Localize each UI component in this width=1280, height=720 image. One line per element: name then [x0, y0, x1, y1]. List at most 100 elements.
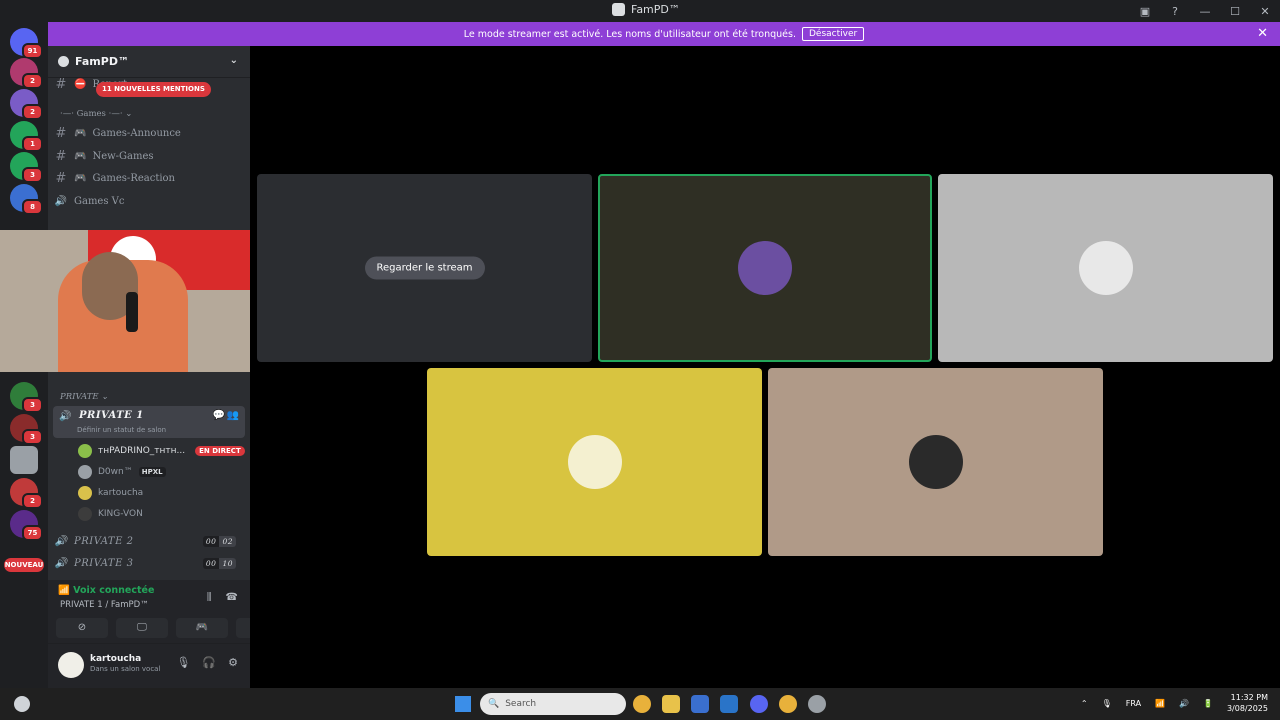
chat-icon[interactable]: 💬: [213, 410, 225, 421]
avatar: [78, 465, 92, 479]
participant-tile-speaking[interactable]: [598, 174, 932, 362]
close-window-icon[interactable]: ✕: [1250, 5, 1280, 18]
maximize-icon[interactable]: ☐: [1220, 5, 1250, 18]
server-icon[interactable]: 3: [10, 382, 43, 413]
volume-icon[interactable]: 🔊: [1179, 699, 1189, 708]
help-icon[interactable]: ?: [1160, 5, 1190, 18]
new-mentions-pill[interactable]: 11 NOUVELLES MENTIONS: [96, 82, 211, 97]
channel-games-announce[interactable]: # 🎮 Games-Announce: [54, 123, 244, 143]
participant-tile[interactable]: [768, 368, 1103, 556]
add-member-icon[interactable]: 👥: [227, 410, 239, 421]
stream-tile[interactable]: Regarder le stream: [257, 174, 592, 362]
server-badge: 3: [22, 429, 43, 445]
voice-location[interactable]: PRIVATE 1 / FamPD™: [60, 600, 149, 610]
voice-member[interactable]: ᴛʜPADRINO_ᴛʜᴛʜ... EN DIRECT: [78, 441, 245, 461]
taskbar-search[interactable]: 🔍 Search: [480, 693, 626, 715]
chrome-icon[interactable]: [779, 695, 797, 713]
disable-streamer-mode-button[interactable]: Désactiver: [801, 27, 865, 41]
channel-games-reaction[interactable]: # 🎮 Games-Reaction: [54, 168, 244, 188]
outlook-icon[interactable]: [720, 695, 738, 713]
widgets-icon[interactable]: [14, 696, 30, 712]
channel-new-games[interactable]: # 🎮 New-Games: [54, 146, 244, 166]
watch-stream-button[interactable]: Regarder le stream: [364, 256, 485, 280]
server-badge: 2: [22, 493, 43, 509]
search-placeholder: Search: [505, 699, 537, 709]
activity-button[interactable]: 🎮: [176, 618, 228, 638]
speaker-icon: 🔊: [54, 195, 68, 207]
server-icon[interactable]: 3: [10, 152, 43, 183]
user-limit: 02: [219, 535, 236, 547]
server-icon[interactable]: 8: [10, 184, 43, 215]
new-servers-pill[interactable]: NOUVEAU: [4, 558, 44, 572]
server-icon[interactable]: 2: [10, 58, 43, 89]
voice-member[interactable]: D0wn™ HPXL: [78, 462, 166, 482]
channel-status[interactable]: Définir un statut de salon: [77, 426, 166, 434]
title-bar: FamPD™ ▣ ? — ☐ ✕: [0, 0, 1280, 22]
chevron-down-icon[interactable]: ⌄: [230, 55, 238, 66]
wifi-icon[interactable]: 📶: [1155, 699, 1165, 708]
store-icon[interactable]: [691, 695, 709, 713]
disconnect-icon[interactable]: ☎: [226, 592, 238, 603]
direct-messages-button[interactable]: 91: [10, 28, 43, 59]
discord-taskbar-icon[interactable]: [750, 695, 768, 713]
participant-tile[interactable]: [938, 174, 1273, 362]
category-private[interactable]: PRIVATE ⌄: [60, 392, 108, 402]
noise-suppression-icon[interactable]: ⫼: [207, 592, 212, 603]
server-badge: 75: [22, 525, 43, 541]
system-tray: ⌃ 🎙 FRA 📶 🔊 🔋 11:32 PM 3/08/2025: [1081, 692, 1268, 714]
user-status: Dans un salon vocal: [90, 665, 161, 673]
user-limit: 10: [219, 557, 236, 569]
window-title-text: FamPD™: [631, 3, 680, 16]
start-windows-icon[interactable]: [455, 696, 471, 712]
voice-channel-private-3[interactable]: 🔊 PRIVATE 3 00 10: [54, 553, 244, 573]
user-count: 00: [202, 557, 220, 569]
channel-label: PRIVATE 3: [74, 557, 134, 569]
user-panel: kartoucha Dans un salon vocal 🎙 🎧 ⚙: [48, 644, 250, 688]
clock-time: 11:32 PM: [1230, 693, 1268, 702]
microphone-icon[interactable]: 🎙: [176, 656, 190, 669]
voice-channel-private-1[interactable]: 🔊 PRIVATE 1 Définir un statut de salon 💬…: [53, 406, 245, 438]
battery-icon[interactable]: 🔋: [1203, 699, 1213, 708]
avatar: [78, 444, 92, 458]
screen-share-button[interactable]: 🖵: [116, 618, 168, 638]
voice-member[interactable]: KING-VON: [78, 504, 143, 524]
headphones-icon[interactable]: 🎧: [202, 656, 216, 669]
voice-channel-games-vc[interactable]: 🔊 Games Vc: [54, 191, 244, 211]
category-games[interactable]: ·—· Games ·—· ⌄: [60, 109, 132, 119]
gamepad-icon: 🎮: [74, 150, 87, 162]
participant-tile[interactable]: [427, 368, 762, 556]
server-badge: 2: [22, 104, 43, 120]
avatar: [78, 507, 92, 521]
file-explorer-icon[interactable]: [662, 695, 680, 713]
chrome-icon[interactable]: [633, 695, 651, 713]
member-name: ᴛʜPADRINO_ᴛʜᴛʜ...: [98, 446, 186, 456]
server-icon[interactable]: 2: [10, 478, 43, 509]
voice-status[interactable]: 📶 Voix connectée: [58, 585, 154, 596]
hash-icon: #: [55, 148, 67, 164]
server-icon[interactable]: [10, 446, 38, 474]
camera-off-button[interactable]: ⊘: [56, 618, 108, 638]
microphone-tray-icon[interactable]: 🎙: [1102, 699, 1112, 708]
hash-icon: #: [55, 125, 67, 141]
server-icon[interactable]: 1: [10, 121, 43, 152]
settings-gear-icon[interactable]: ⚙: [228, 656, 238, 669]
window-title: FamPD™: [612, 3, 680, 16]
clock[interactable]: 11:32 PM 3/08/2025: [1227, 692, 1268, 714]
voice-member[interactable]: kartoucha: [78, 483, 143, 503]
user-limit-badge: 00 10: [202, 557, 236, 569]
member-name: KING-VON: [98, 509, 143, 519]
server-icon[interactable]: 3: [10, 414, 43, 445]
inbox-icon[interactable]: ▣: [1130, 5, 1160, 18]
server-icon[interactable]: 2: [10, 89, 43, 120]
close-banner-icon[interactable]: ✕: [1257, 26, 1268, 41]
minimize-icon[interactable]: —: [1190, 5, 1220, 18]
voice-channel-private-2[interactable]: 🔊 PRIVATE 2 00 02: [54, 531, 244, 551]
avatar[interactable]: [58, 652, 84, 678]
signal-icon: 📶: [58, 585, 70, 596]
member-name: D0wn™: [98, 467, 133, 477]
app-icon[interactable]: [808, 695, 826, 713]
user-name[interactable]: kartoucha: [90, 654, 141, 664]
language-indicator[interactable]: FRA: [1126, 699, 1141, 708]
server-icon[interactable]: 75: [10, 510, 43, 541]
chevron-up-icon[interactable]: ⌃: [1081, 699, 1088, 708]
